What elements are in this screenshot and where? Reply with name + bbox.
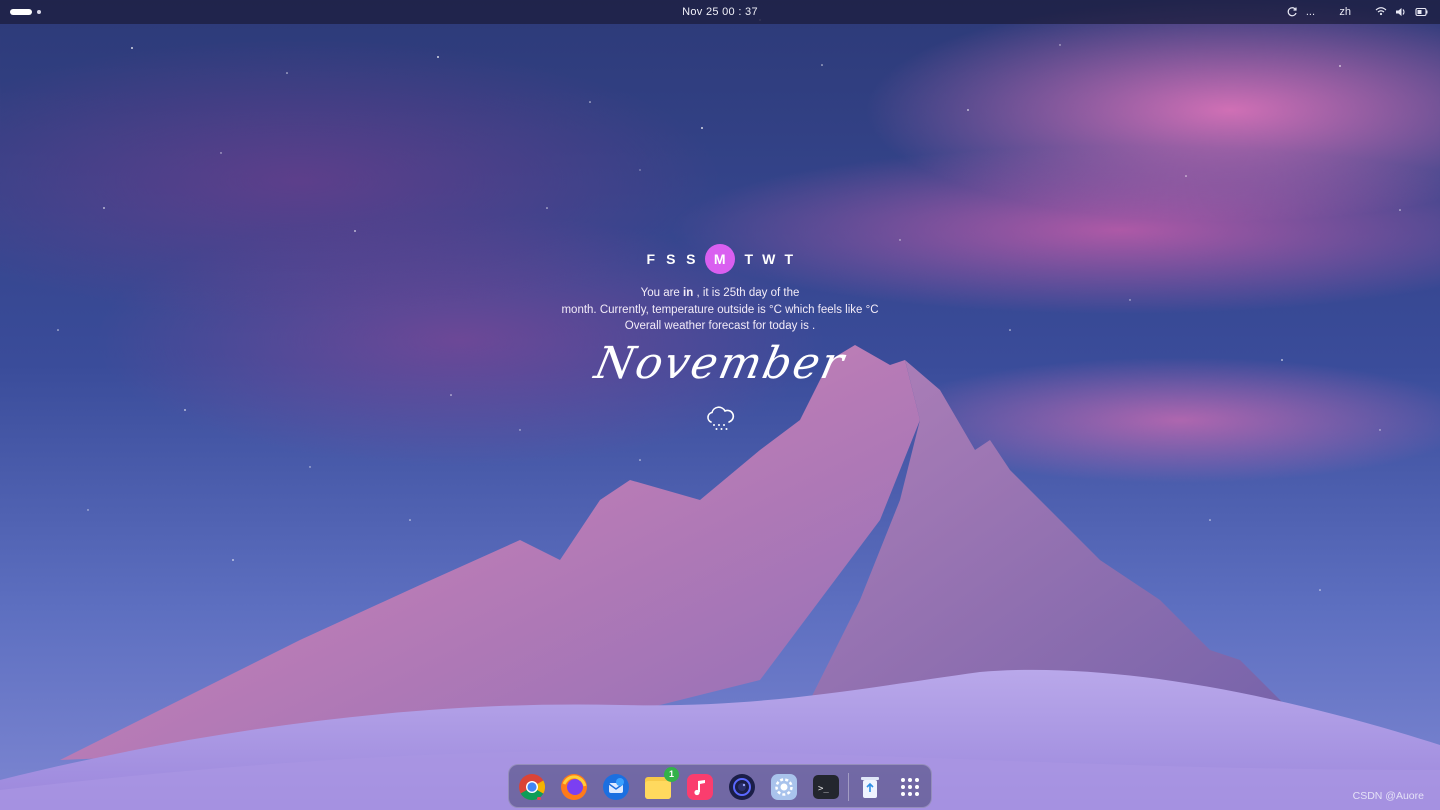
grid-icon: [901, 778, 919, 796]
dock-separator: [848, 773, 849, 801]
forecast-text: Overall weather forecast for today is .: [624, 320, 816, 332]
clock[interactable]: Nov 25 00 : 37: [682, 6, 758, 18]
chrome-icon: [519, 774, 546, 801]
terminal-launcher[interactable]: >_: [811, 772, 841, 802]
thunderbird-launcher[interactable]: [601, 772, 631, 802]
tray-more[interactable]: ...: [1306, 0, 1315, 24]
running-indicator: [537, 797, 541, 800]
camera-launcher[interactable]: [727, 772, 757, 802]
weekday-strip: F S S M T W T: [0, 244, 1440, 274]
battery-icon[interactable]: [1415, 0, 1428, 24]
music-icon: [687, 774, 713, 800]
workspace-indicator-active[interactable]: [10, 9, 32, 15]
app-grid-launcher[interactable]: [895, 772, 925, 802]
volume-icon[interactable]: [1395, 0, 1407, 24]
weekday: W: [762, 251, 776, 267]
thunderbird-icon: [603, 774, 629, 800]
settings-icon: [771, 774, 797, 800]
refresh-icon[interactable]: [1286, 0, 1298, 24]
trash-launcher[interactable]: [855, 772, 885, 802]
terminal-icon: >_: [813, 775, 839, 799]
weather-summary: You are in , it is 25th day of the month…: [0, 285, 1440, 335]
weekday: T: [784, 251, 794, 267]
firefox-launcher[interactable]: [559, 772, 589, 802]
top-panel: Nov 25 00 : 37 ... zh: [0, 0, 1440, 24]
terminal-prompt: >_: [818, 784, 829, 794]
trash-icon: [861, 777, 879, 798]
dock: 1 >_: [508, 764, 932, 808]
location: in: [683, 287, 694, 299]
weekday-today: M: [705, 244, 735, 274]
weekday: F: [646, 251, 656, 267]
month-title: November: [590, 338, 850, 389]
wifi-icon[interactable]: [1375, 0, 1387, 24]
weekday: S: [686, 251, 696, 267]
temperature-text: month. Currently, temperature outside is…: [561, 303, 879, 316]
weekday: T: [744, 251, 754, 267]
mountain-lit-face: [60, 345, 920, 760]
chrome-launcher[interactable]: [517, 772, 547, 802]
camera-icon: [729, 774, 755, 800]
snow-cloud-icon: [707, 406, 735, 430]
summary-text: You are: [640, 287, 684, 299]
clock-container: Nov 25 00 : 37: [0, 0, 1440, 24]
files-launcher[interactable]: 1: [643, 767, 679, 802]
notification-badge: 1: [664, 767, 679, 782]
input-method-indicator[interactable]: zh: [1339, 0, 1351, 24]
music-launcher[interactable]: [685, 772, 715, 802]
watermark: CSDN @Auore: [1352, 790, 1424, 802]
firefox-icon: [561, 774, 587, 800]
settings-launcher[interactable]: [769, 772, 799, 802]
workspace-indicator[interactable]: [37, 10, 41, 14]
weekday: S: [666, 251, 676, 267]
summary-text: , it is 25th day of the: [693, 287, 800, 299]
